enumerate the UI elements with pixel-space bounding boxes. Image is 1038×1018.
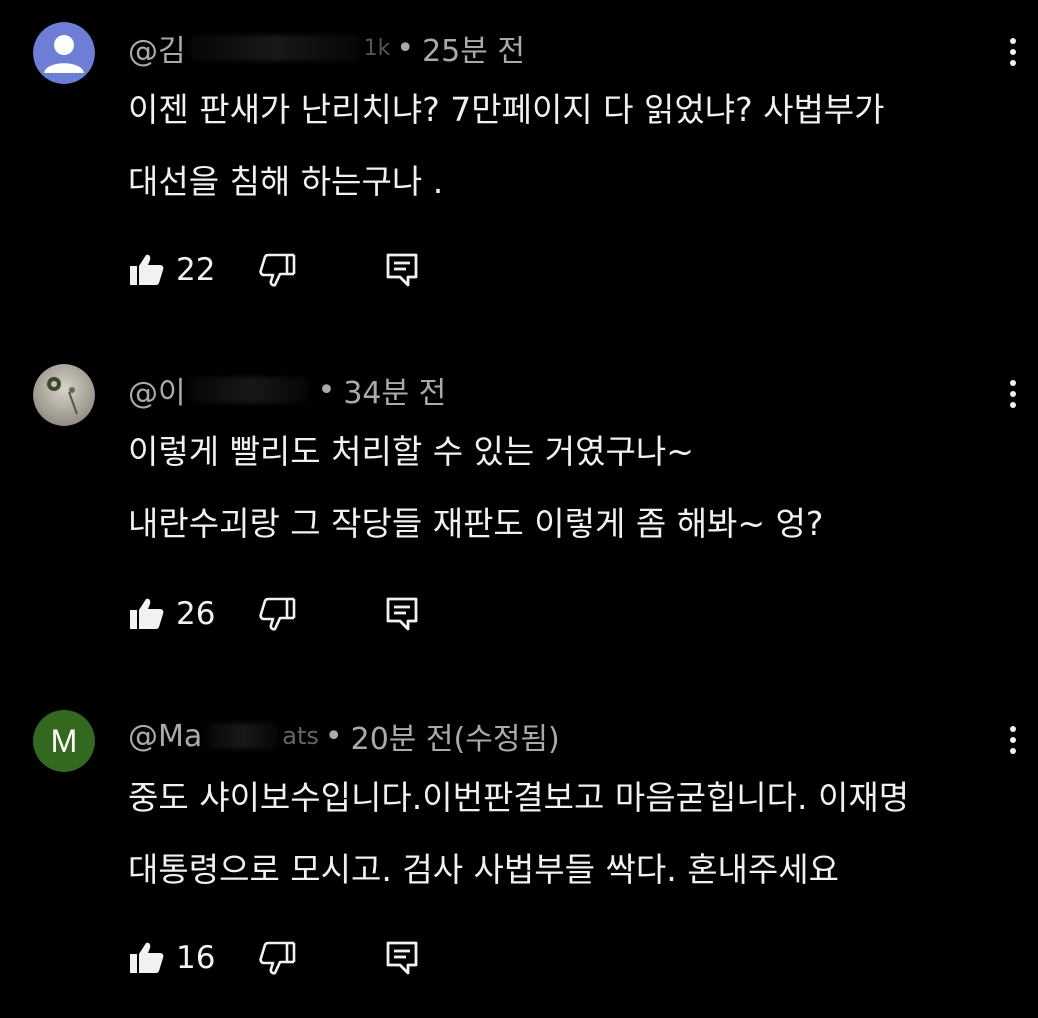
like-count: 16 [176,940,216,976]
author-handle-tail: ats [282,722,319,750]
separator-dot: • [317,372,336,408]
like-count: 22 [176,252,216,288]
comment-line: 중도 샤이보수입니다.이번판결보고 마음굳힙니다. 이재명 [128,778,910,817]
comment-text: 중도 샤이보수입니다.이번판결보고 마음굳힙니다. 이재명 대통령으로 모시고.… [128,762,1008,906]
separator-dot: • [396,30,415,66]
avatar-photo[interactable] [33,364,95,426]
comment-header: @김 1k • 25분 전 [128,26,525,70]
comment-header: @이 • 34분 전 [128,368,447,412]
more-vert-icon[interactable] [998,30,1028,74]
blurred-handle-redaction [189,35,360,61]
comment-line: 이젠 판새가 난리치냐? 7만페이지 다 읽었냐? 사법부가 [128,90,885,129]
like-count: 26 [176,596,216,632]
comment-actions: 22 [128,245,420,295]
comment-line: 내란수괴랑 그 작당들 재판도 이렇게 좀 해봐~ 엉? [128,504,824,543]
thumbs-up-icon[interactable] [128,595,166,633]
blurred-handle-redaction [206,723,279,749]
avatar-letter[interactable]: M [33,710,95,772]
separator-dot: • [324,718,343,754]
thumbs-down-icon[interactable] [258,251,296,289]
thumbs-down-icon[interactable] [258,939,296,977]
comment-time: 20분 전(수정됨) [350,722,560,757]
more-vert-icon[interactable] [998,372,1028,416]
more-vert-icon[interactable] [998,718,1028,762]
thumbs-up-icon[interactable] [128,939,166,977]
reply-icon[interactable] [384,939,420,977]
author-handle[interactable]: @김 [128,26,186,70]
comment-text: 이젠 판새가 난리치냐? 7만페이지 다 읽었냐? 사법부가 대선을 침해 하는… [128,74,1008,218]
blurred-handle-redaction [189,377,308,403]
avatar-initial: M [50,722,78,759]
author-handle[interactable]: @이 [128,368,186,412]
comment-time: 34분 전 [343,376,447,411]
comment-time: 25분 전 [422,34,525,69]
comment-actions: 26 [128,589,420,639]
comment-line: 대선을 침해 하는구나 . [128,162,444,201]
author-handle-tail: 1k [363,35,391,61]
reply-icon[interactable] [384,595,420,633]
comment-actions: 16 [128,933,420,983]
comment-line: 이렇게 빨리도 처리할 수 있는 거였구나~ [128,432,694,471]
author-handle[interactable]: @Ma [128,719,202,754]
avatar-default-person-icon[interactable] [33,22,95,84]
reply-icon[interactable] [384,251,420,289]
thumbs-down-icon[interactable] [258,595,296,633]
comment-header: @Ma ats • 20분 전(수정됨) [128,716,560,758]
comment-text: 이렇게 빨리도 처리할 수 있는 거였구나~ 내란수괴랑 그 작당들 재판도 이… [128,416,1008,560]
thumbs-up-icon[interactable] [128,251,166,289]
comment-line: 대통령으로 모시고. 검사 사법부들 싹다. 혼내주세요 [128,850,839,889]
